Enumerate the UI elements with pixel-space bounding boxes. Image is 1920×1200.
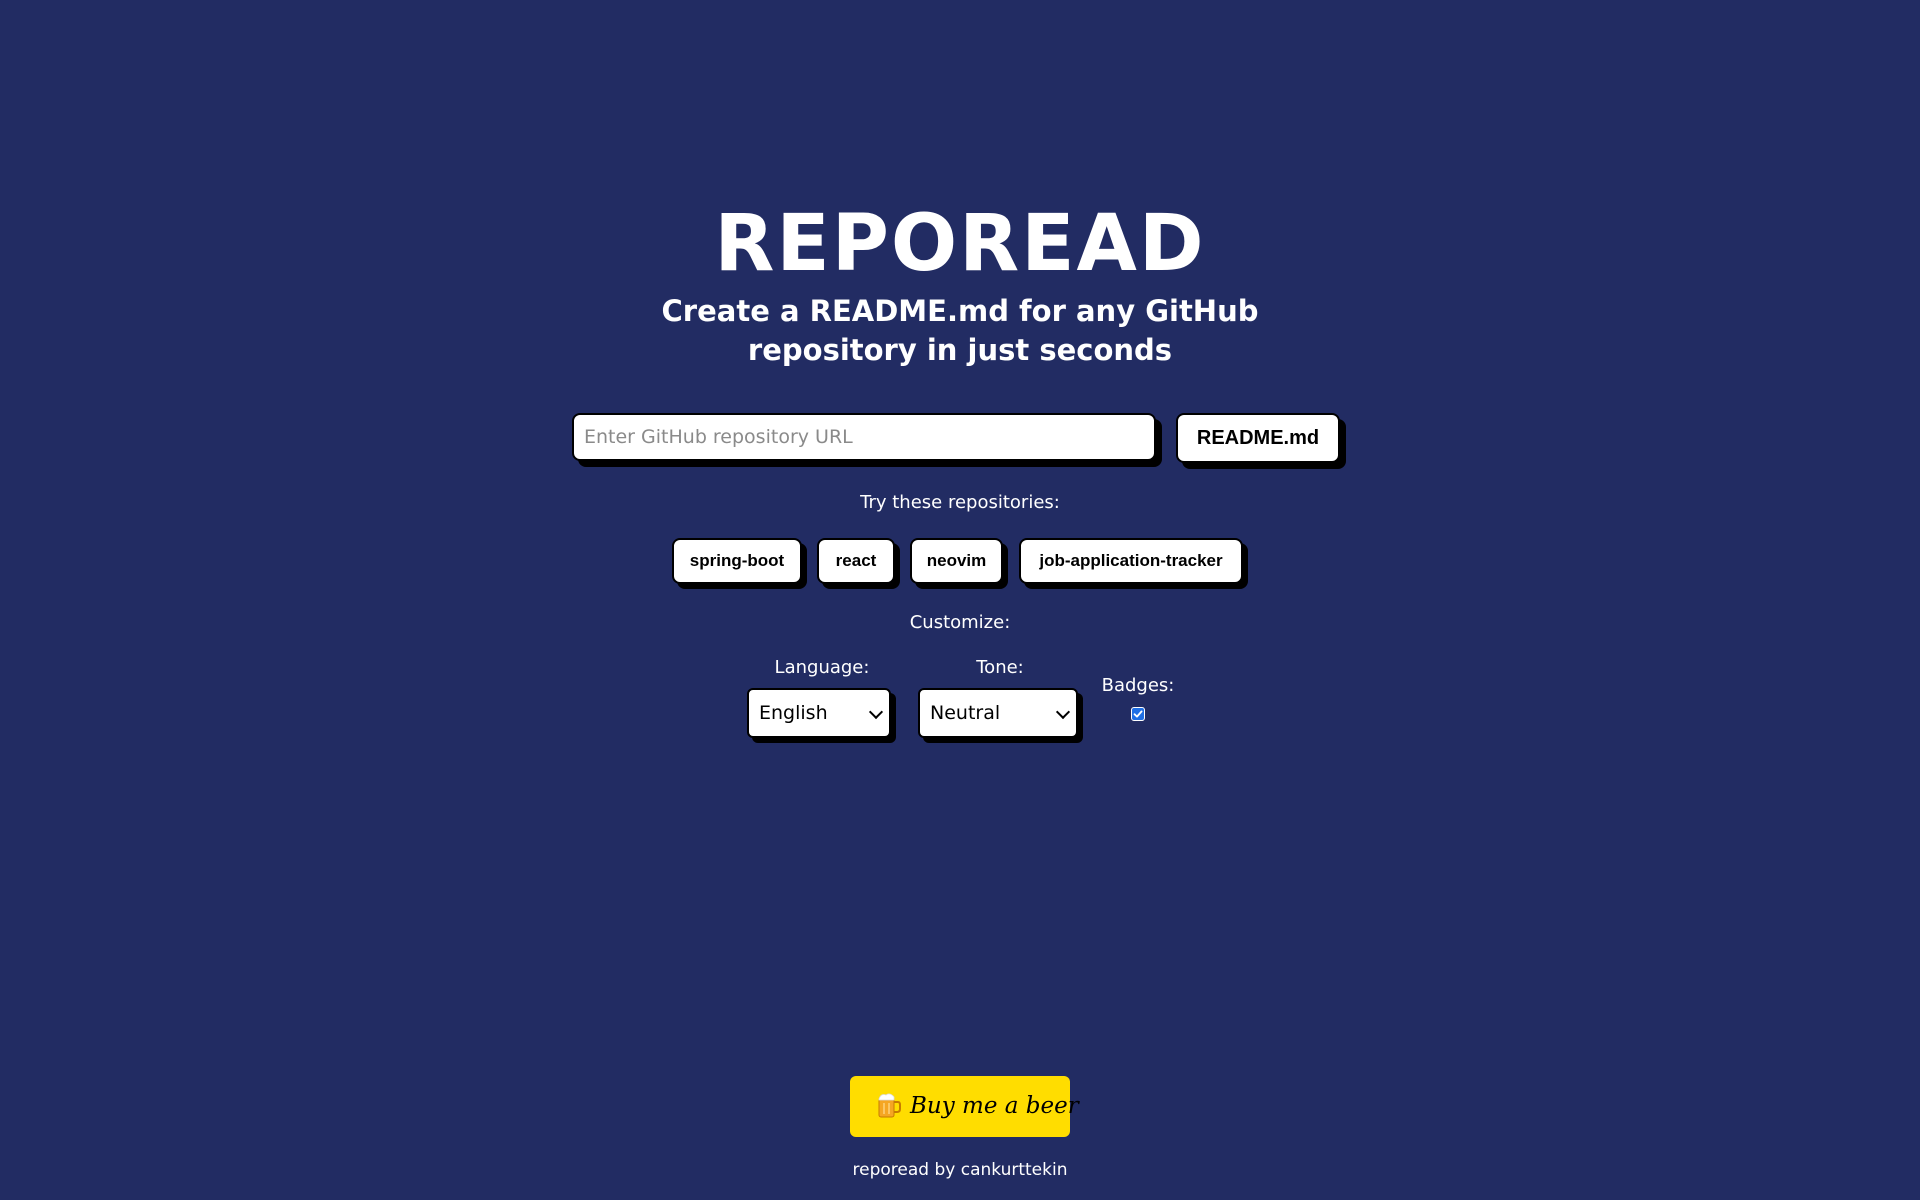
badges-checkbox[interactable] — [1131, 707, 1145, 721]
footer-credit: reporead by cankurttekin — [852, 1160, 1068, 1180]
generate-readme-button[interactable]: README.md — [1176, 413, 1340, 463]
buy-me-a-beer-label: Buy me a beer — [910, 1093, 1079, 1119]
customize-label: Customize: — [909, 612, 1011, 633]
checkmark-icon — [1133, 710, 1143, 718]
language-select[interactable]: English — [747, 688, 891, 738]
repo-chip-spring-boot[interactable]: spring-boot — [672, 538, 802, 584]
badges-label: Badges: — [1101, 675, 1175, 696]
tone-select[interactable]: Neutral — [918, 688, 1078, 738]
language-select-value: English — [759, 702, 828, 724]
language-label: Language: — [774, 657, 870, 678]
repo-chip-job-application-tracker[interactable]: job-application-tracker — [1019, 538, 1243, 584]
chevron-down-icon — [1055, 704, 1071, 720]
tone-select-value: Neutral — [930, 702, 1001, 724]
app-title: REPOREAD — [714, 199, 1206, 289]
buy-me-a-beer-button[interactable]: Buy me a beer — [850, 1076, 1079, 1137]
tone-label: Tone: — [976, 657, 1024, 678]
chevron-down-icon — [868, 704, 884, 720]
repo-chip-react[interactable]: react — [817, 538, 895, 584]
suggestions-label: Try these repositories: — [860, 492, 1060, 513]
repo-chip-neovim[interactable]: neovim — [910, 538, 1003, 584]
beer-mug-icon — [878, 1093, 901, 1118]
repository-url-input[interactable] — [572, 413, 1156, 461]
app-subtitle: Create a README.md for any GitHub reposi… — [661, 294, 1259, 367]
